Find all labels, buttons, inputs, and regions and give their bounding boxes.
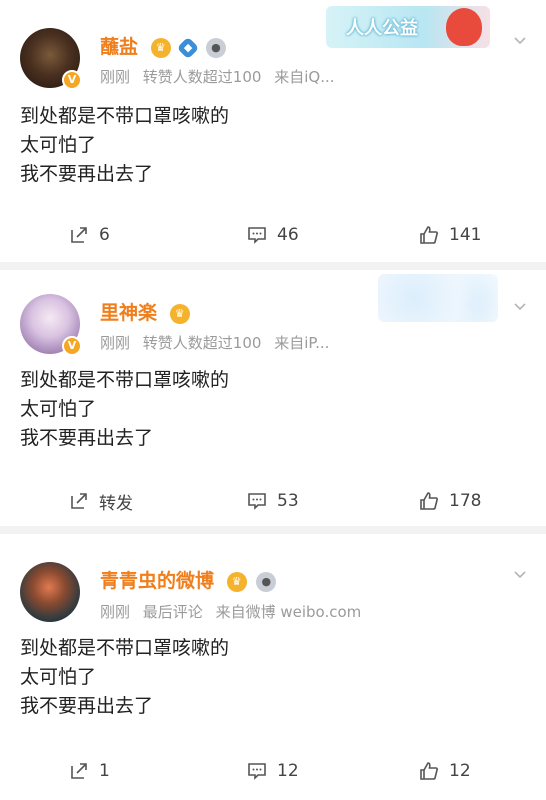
- post-meta: 刚刚 最后评论 来自微博 weibo.com: [100, 601, 369, 622]
- weibo-feed: V 蘸盐 ♛ ◆ ● 刚刚 转赞人数超过100 来自iQ... 人人公益 到处都…: [0, 0, 546, 800]
- like-button[interactable]: 12: [418, 756, 471, 786]
- like-button[interactable]: 178: [418, 486, 481, 516]
- chevron-down-icon[interactable]: [512, 566, 528, 582]
- verified-v-icon: V: [62, 336, 82, 356]
- avatar[interactable]: V: [20, 294, 82, 356]
- like-button[interactable]: 141: [418, 220, 481, 250]
- post-content: 到处都是不带口罩咳嗽的 太可怕了 我不要再出去了: [20, 634, 229, 721]
- comment-button[interactable]: 53: [246, 486, 299, 516]
- repost-button[interactable]: 1: [68, 756, 110, 786]
- post-meta: 刚刚 转赞人数超过100 来自iP...: [100, 332, 337, 353]
- action-bar: 1 12 12: [0, 756, 546, 786]
- avatar[interactable]: [20, 562, 80, 622]
- content-line: 太可怕了: [20, 666, 97, 688]
- comment-count: 12: [277, 761, 299, 781]
- content-line: 我不要再出去了: [20, 163, 154, 185]
- content-line: 太可怕了: [20, 134, 97, 156]
- repost-icon: [71, 763, 87, 779]
- content-line: 太可怕了: [20, 398, 97, 420]
- post-note: 转赞人数超过100: [142, 334, 262, 352]
- post-source: 来自微博 weibo.com: [215, 603, 362, 621]
- post-card: 青青虫的微博 ♛ ● 刚刚 最后评论 来自微博 weibo.com 到处都是不带…: [0, 534, 546, 800]
- decoration-label: 人人公益: [346, 18, 418, 39]
- username[interactable]: 里神楽 ♛: [100, 298, 193, 325]
- post-meta: 刚刚 转赞人数超过100 来自iQ...: [100, 66, 343, 87]
- like-icon: [420, 762, 438, 780]
- repost-icon: [71, 493, 87, 509]
- comment-icon: [248, 493, 266, 510]
- content-line: 到处都是不带口罩咳嗽的: [20, 637, 230, 659]
- shield-badge-icon[interactable]: ◆: [176, 36, 200, 60]
- comment-icon: [248, 763, 266, 780]
- post-time: 刚刚: [100, 334, 131, 352]
- repost-icon: [71, 227, 87, 243]
- content-line: 我不要再出去了: [20, 427, 154, 449]
- comment-button[interactable]: 12: [246, 756, 299, 786]
- post-time: 刚刚: [100, 603, 131, 621]
- post-time: 刚刚: [100, 68, 131, 86]
- comment-count: 46: [277, 225, 299, 245]
- post-card: V 蘸盐 ♛ ◆ ● 刚刚 转赞人数超过100 来自iQ... 人人公益 到处都…: [0, 0, 546, 262]
- post-content: 到处都是不带口罩咳嗽的 太可怕了 我不要再出去了: [20, 366, 229, 453]
- repost-button[interactable]: 转发: [68, 486, 133, 516]
- username[interactable]: 青青虫的微博 ♛ ●: [100, 566, 279, 593]
- repost-count: 1: [99, 761, 110, 781]
- username-text[interactable]: 里神楽: [100, 302, 157, 324]
- crown-badge-icon[interactable]: ♛: [169, 304, 190, 324]
- content-line: 我不要再出去了: [20, 695, 154, 717]
- post-content: 到处都是不带口罩咳嗽的 太可怕了 我不要再出去了: [20, 102, 229, 189]
- username-text[interactable]: 蘸盐: [100, 36, 138, 58]
- comment-count: 53: [277, 491, 299, 511]
- avatar-image: [20, 562, 80, 622]
- card-decoration[interactable]: [378, 274, 498, 322]
- action-bar: 转发 53 178: [0, 486, 546, 516]
- post-note: 最后评论: [142, 603, 203, 621]
- like-icon: [420, 492, 438, 510]
- action-bar: 6 46 141: [0, 220, 546, 250]
- repost-label: 转发: [99, 493, 133, 514]
- crown-badge-icon[interactable]: ♛: [150, 38, 171, 58]
- username[interactable]: 蘸盐 ♛ ◆ ●: [100, 32, 229, 60]
- badge-group: ♛ ●: [226, 571, 280, 593]
- post-note: 转赞人数超过100: [142, 68, 262, 86]
- repost-button[interactable]: 6: [68, 220, 110, 250]
- card-decoration[interactable]: 人人公益: [326, 6, 490, 48]
- like-count: 178: [449, 491, 482, 511]
- post-card: V 里神楽 ♛ 刚刚 转赞人数超过100 来自iP... 到处都是不带口罩咳嗽的…: [0, 270, 546, 526]
- content-line: 到处都是不带口罩咳嗽的: [20, 105, 230, 127]
- like-icon: [420, 226, 438, 244]
- medal-badge-icon[interactable]: ●: [256, 572, 277, 592]
- mascot-icon: [446, 8, 482, 46]
- comment-icon: [248, 227, 266, 244]
- username-text[interactable]: 青青虫的微博: [100, 570, 214, 592]
- chevron-down-icon[interactable]: [512, 298, 528, 314]
- post-source: 来自iP...: [274, 334, 330, 352]
- verified-v-icon: V: [62, 70, 82, 90]
- medal-badge-icon[interactable]: ●: [205, 38, 226, 58]
- badge-group: ♛: [169, 303, 193, 325]
- repost-count: 6: [99, 225, 110, 245]
- avatar[interactable]: V: [20, 28, 82, 90]
- badge-group: ♛ ◆ ●: [150, 36, 229, 60]
- crown-badge-icon[interactable]: ♛: [226, 572, 247, 592]
- like-count: 12: [449, 761, 471, 781]
- content-line: 到处都是不带口罩咳嗽的: [20, 369, 230, 391]
- comment-button[interactable]: 46: [246, 220, 299, 250]
- like-count: 141: [449, 225, 482, 245]
- post-source: 来自iQ...: [274, 68, 335, 86]
- chevron-down-icon[interactable]: [512, 32, 528, 48]
